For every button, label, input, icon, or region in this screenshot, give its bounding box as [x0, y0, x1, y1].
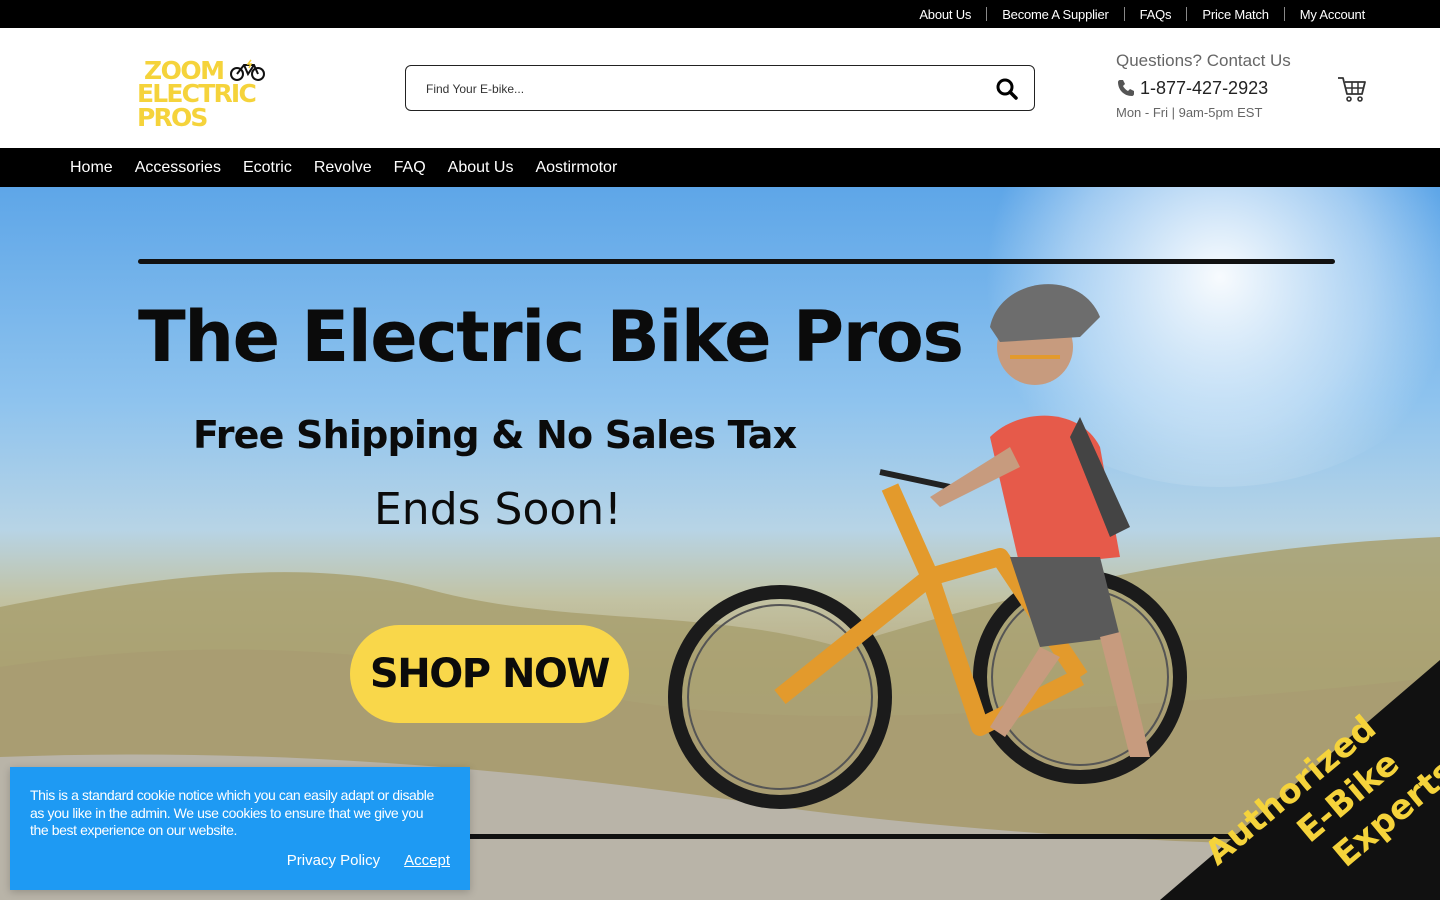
site-header: ZOOM ELECTRIC PROS Questions? Contact Us… [0, 28, 1440, 148]
hero-top-rule [138, 259, 1335, 264]
logo-text-line2: ELECTRIC PROS [137, 79, 257, 132]
hero-subtitle: Free Shipping & No Sales Tax [193, 413, 797, 457]
search-input[interactable] [426, 78, 966, 100]
authorized-experts-ribbon: Authorized E-Bike Experts [1160, 660, 1440, 900]
utility-link-price-match[interactable]: Price Match [1202, 7, 1269, 22]
site-logo[interactable]: ZOOM ELECTRIC PROS [137, 58, 317, 130]
main-nav: Home Accessories Ecotric Revolve FAQ Abo… [0, 148, 1440, 187]
utility-links: About Us Become A Supplier FAQs Price Ma… [919, 0, 1365, 28]
phone-number-row[interactable]: 1-877-427-2923 [1116, 77, 1316, 99]
search-bar [405, 65, 1035, 111]
cookie-actions: Privacy Policy Accept [263, 852, 450, 869]
cart-icon[interactable] [1336, 73, 1368, 105]
contact-heading: Questions? Contact Us [1116, 51, 1291, 70]
divider [1283, 7, 1285, 21]
nav-item-revolve[interactable]: Revolve [314, 159, 372, 176]
nav-item-aostirmotor[interactable]: Aostirmotor [535, 159, 617, 176]
utility-link-my-account[interactable]: My Account [1300, 7, 1365, 22]
nav-item-home[interactable]: Home [70, 159, 113, 176]
divider [1123, 7, 1125, 21]
hero-title: The Electric Bike Pros [138, 296, 964, 378]
cookie-notice-text: This is a standard cookie notice which y… [30, 787, 434, 838]
utility-link-become-supplier[interactable]: Become A Supplier [1002, 7, 1109, 22]
divider [1186, 7, 1188, 21]
phone-icon [1118, 80, 1134, 96]
main-nav-list: Home Accessories Ecotric Revolve FAQ Abo… [70, 148, 639, 187]
contact-block: Questions? Contact Us 1-877-427-2923 Mon… [1116, 50, 1316, 120]
utility-link-about-us[interactable]: About Us [919, 7, 971, 22]
top-utility-bar: About Us Become A Supplier FAQs Price Ma… [0, 0, 1440, 28]
utility-link-faqs[interactable]: FAQs [1140, 7, 1172, 22]
accept-cookies-button[interactable]: Accept [404, 852, 450, 869]
nav-item-ecotric[interactable]: Ecotric [243, 159, 292, 176]
cookie-notice: This is a standard cookie notice which y… [10, 767, 470, 890]
nav-item-faq[interactable]: FAQ [394, 159, 426, 176]
shop-now-button[interactable]: SHOP NOW [350, 625, 629, 723]
search-icon[interactable] [994, 76, 1020, 102]
nav-item-about-us[interactable]: About Us [448, 159, 514, 176]
phone-number: 1-877-427-2923 [1140, 78, 1269, 98]
business-hours: Mon - Fri | 9am-5pm EST [1116, 105, 1263, 120]
divider [986, 7, 988, 21]
nav-item-accessories[interactable]: Accessories [135, 159, 221, 176]
privacy-policy-link[interactable]: Privacy Policy [287, 852, 380, 869]
hero-tagline: Ends Soon! [374, 484, 622, 535]
